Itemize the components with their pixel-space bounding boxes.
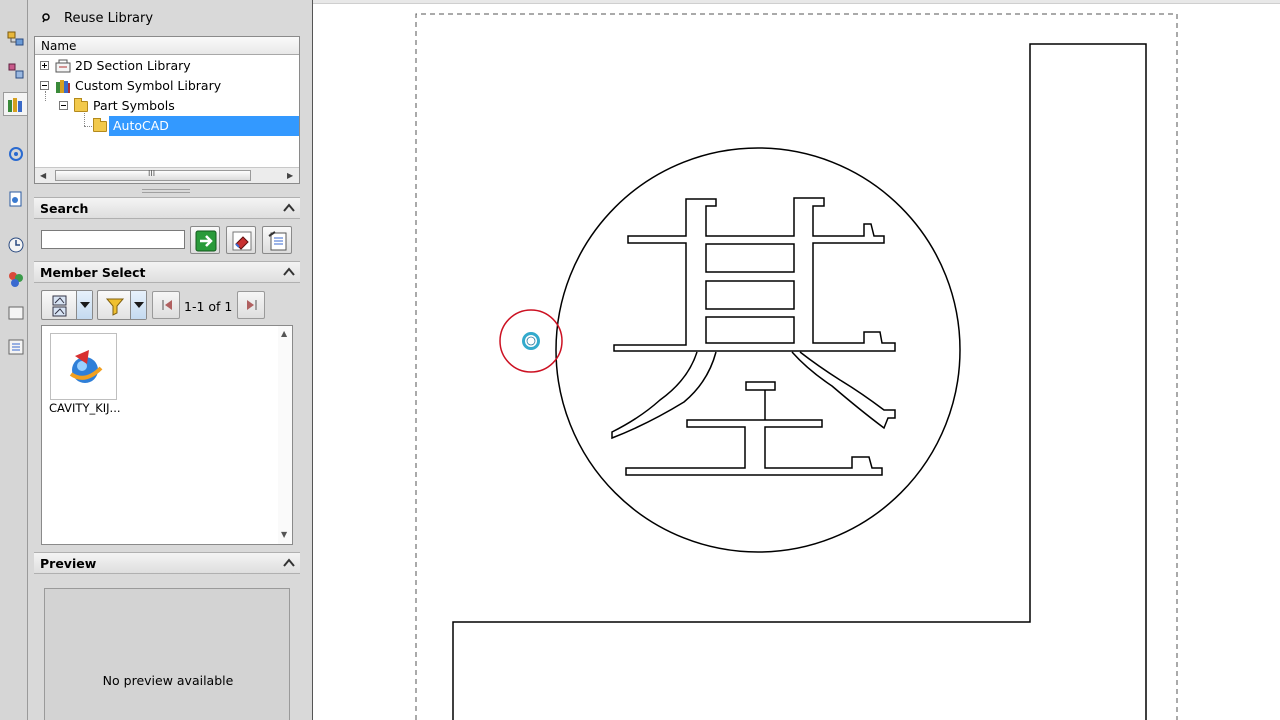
reuse-library-tab-icon[interactable] (3, 92, 28, 116)
drawing-sheet (415, 13, 1178, 720)
tree-item-label: Part Symbols (93, 98, 175, 113)
collapse-minus-icon[interactable] (40, 81, 49, 90)
assembly-navigator-glyph (7, 31, 24, 46)
hd3d-tools-glyph (9, 147, 23, 161)
symbol-circle[interactable] (555, 147, 961, 553)
member-list: CAVITY_KIJ... ▲ ▼ (41, 325, 293, 545)
filter-dropdown[interactable] (97, 290, 147, 320)
library-books-icon (56, 80, 70, 93)
cursor-dot-core (526, 336, 536, 346)
hd3d-tools-icon[interactable] (4, 140, 26, 164)
search-go-button[interactable] (190, 226, 220, 254)
symbol-character-strokes[interactable] (611, 197, 896, 476)
search-options-button[interactable] (262, 226, 292, 254)
clear-search-button[interactable] (226, 226, 256, 254)
arrow-right-icon (195, 230, 217, 252)
expand-plus-icon[interactable] (40, 61, 49, 70)
sheet-border (415, 13, 1178, 720)
chevron-down-icon[interactable] (76, 291, 92, 319)
scroll-thumb[interactable]: III (55, 169, 251, 181)
panel-title: Reuse Library (64, 11, 154, 26)
nx-part-icon (69, 350, 103, 383)
history-icon[interactable] (4, 232, 26, 256)
scroll-left-arrow[interactable]: ◀ (40, 171, 46, 180)
preview-area: No preview available (44, 588, 290, 720)
view-type-icon (52, 295, 67, 317)
chevron-down-icon[interactable] (130, 291, 146, 319)
roles-icon[interactable] (4, 334, 26, 358)
next-page-button[interactable] (237, 291, 265, 319)
member-select-section-title: Member Select (40, 265, 146, 280)
process-studio-icon[interactable] (4, 300, 26, 324)
previous-page-icon (162, 300, 172, 310)
system-materials-glyph (9, 272, 23, 287)
reuse-library-glyph (8, 98, 22, 112)
tree-item-2d-section-library[interactable]: 2D Section Library (35, 56, 299, 76)
member-thumbnail[interactable] (50, 333, 117, 400)
constraint-navigator-icon[interactable] (4, 58, 26, 82)
history-glyph (8, 237, 24, 253)
folder-icon (74, 98, 88, 112)
previous-page-button[interactable] (152, 291, 180, 319)
collapse-minus-icon[interactable] (59, 101, 68, 110)
scroll-down-arrow[interactable]: ▼ (281, 530, 287, 539)
system-materials-icon[interactable] (4, 266, 26, 290)
view-type-dropdown[interactable] (41, 290, 93, 320)
pin-icon[interactable] (40, 12, 52, 24)
graphics-top-edge (313, 0, 1280, 4)
graphics-window[interactable] (313, 0, 1280, 720)
process-studio-glyph (8, 306, 24, 320)
next-page-icon (247, 300, 257, 310)
collapse-up-icon[interactable] (282, 265, 296, 279)
part-outline[interactable] (452, 43, 1147, 720)
constraint-navigator-glyph (8, 63, 24, 79)
member-item-label: CAVITY_KIJ... (49, 401, 121, 415)
folder-icon (93, 118, 107, 132)
web-browser-glyph (9, 191, 22, 207)
collapse-up-icon[interactable] (282, 201, 296, 215)
search-section-title: Search (40, 201, 89, 216)
preview-empty-text: No preview available (102, 673, 234, 688)
roles-glyph (8, 339, 24, 355)
page-indicator: 1-1 of 1 (184, 299, 233, 314)
search-section-header[interactable]: Search (34, 197, 300, 219)
library-tree: Name 2D Section Library Custom Symbol Li… (34, 36, 300, 184)
member-list-vertical-scrollbar[interactable]: ▲ ▼ (278, 326, 292, 544)
section-library-icon (55, 59, 71, 73)
scroll-grip: III (148, 169, 156, 178)
tree-horizontal-scrollbar[interactable]: ◀ III ▶ (35, 167, 299, 183)
member-select-section-header[interactable]: Member Select (34, 261, 300, 283)
tree-item-label: 2D Section Library (75, 58, 191, 73)
tree-item-part-symbols[interactable]: Part Symbols (35, 96, 299, 116)
assembly-navigator-icon[interactable] (4, 26, 26, 50)
web-browser-icon[interactable] (4, 186, 26, 210)
panel-title-bar: Reuse Library (28, 8, 312, 30)
search-input[interactable] (41, 230, 185, 249)
resource-bar (0, 0, 28, 720)
tree-splitter-grip[interactable] (142, 189, 190, 193)
nx-window: Reuse Library Name 2D Section Library Cu… (0, 0, 1280, 720)
scroll-up-arrow[interactable]: ▲ (281, 329, 287, 338)
collapse-up-icon[interactable] (282, 556, 296, 570)
scroll-right-arrow[interactable]: ▶ (287, 171, 293, 180)
search-options-icon (268, 231, 287, 251)
eraser-icon (232, 231, 252, 251)
preview-section-title: Preview (40, 556, 97, 571)
tree-item-label-selected: AutoCAD (109, 116, 299, 136)
tree-item-label: Custom Symbol Library (75, 78, 222, 93)
preview-section-header[interactable]: Preview (34, 552, 300, 574)
reuse-library-panel: Reuse Library Name 2D Section Library Cu… (28, 0, 312, 720)
tree-item-custom-symbol-library[interactable]: Custom Symbol Library (35, 76, 299, 96)
filter-funnel-icon (105, 298, 125, 316)
tree-column-header-name[interactable]: Name (35, 37, 299, 55)
tree-item-autocad[interactable]: AutoCAD (35, 116, 299, 136)
